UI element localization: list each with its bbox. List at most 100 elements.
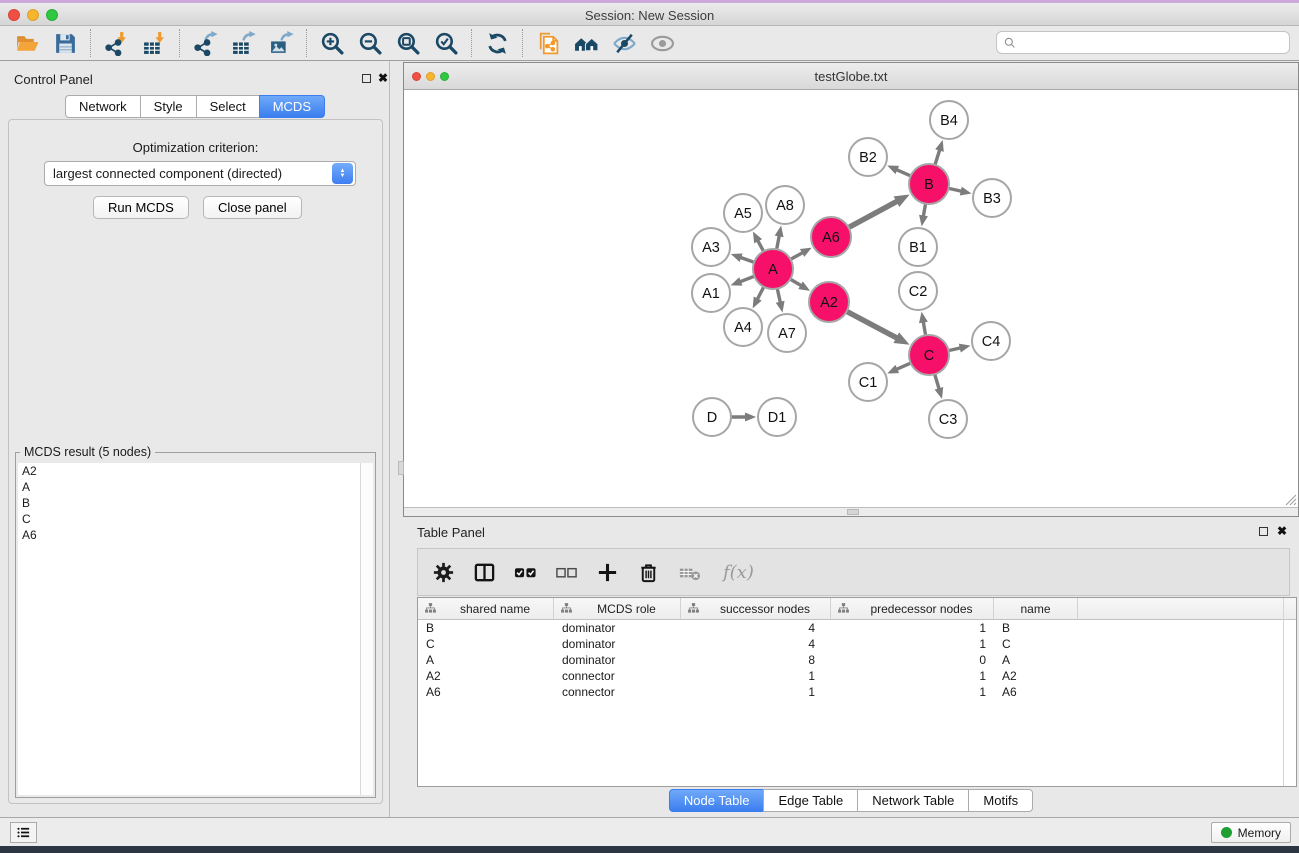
table-cell[interactable]: 0 [831, 652, 994, 668]
table-cell[interactable]: B [418, 620, 554, 636]
table-cell[interactable]: 4 [681, 636, 831, 652]
mcds-result-item[interactable]: A [18, 479, 360, 495]
zoom-out-button[interactable] [351, 28, 389, 58]
table-cell[interactable]: A2 [994, 668, 1078, 684]
mcds-result-list[interactable]: A2ABCA6 [18, 463, 360, 795]
table-row[interactable]: Cdominator41C [418, 636, 1296, 652]
node-A4[interactable]: A4 [724, 308, 762, 346]
table-cell[interactable]: 1 [831, 668, 994, 684]
tab-network[interactable]: Network [65, 95, 141, 118]
table-cell[interactable]: 1 [681, 668, 831, 684]
table-cell[interactable]: A6 [418, 684, 554, 700]
table-cell[interactable]: 1 [831, 636, 994, 652]
node-A1[interactable]: A1 [692, 274, 730, 312]
table-cell[interactable]: C [994, 636, 1078, 652]
select-all-button[interactable] [512, 559, 538, 585]
node-B2[interactable]: B2 [849, 138, 887, 176]
node-A2[interactable]: A2 [809, 282, 849, 322]
node-B4[interactable]: B4 [930, 101, 968, 139]
import-table-button[interactable] [135, 28, 173, 58]
table-cell[interactable]: dominator [554, 620, 681, 636]
hide-selected-button[interactable] [605, 28, 643, 58]
zoom-selected-button[interactable] [427, 28, 465, 58]
node-A8[interactable]: A8 [766, 186, 804, 224]
function-builder-button[interactable]: f(x) [723, 562, 754, 583]
table-row[interactable]: Bdominator41B [418, 620, 1296, 636]
node-C2[interactable]: C2 [899, 272, 937, 310]
close-panel-button[interactable]: Close panel [203, 196, 302, 219]
close-table-panel-icon[interactable]: ✖ [1277, 525, 1287, 537]
refresh-button[interactable] [478, 28, 516, 58]
node-C3[interactable]: C3 [929, 400, 967, 438]
table-row[interactable]: A2connector11A2 [418, 668, 1296, 684]
add-button[interactable] [594, 559, 620, 585]
table-cell[interactable]: B [994, 620, 1078, 636]
mcds-result-item[interactable]: B [18, 495, 360, 511]
save-button[interactable] [46, 28, 84, 58]
column-header-predecessor-nodes[interactable]: predecessor nodes [831, 598, 994, 619]
memory-button[interactable]: Memory [1211, 822, 1291, 843]
network-file-button[interactable] [529, 28, 567, 58]
tab-select[interactable]: Select [196, 95, 260, 118]
tab-network-table[interactable]: Network Table [857, 789, 969, 812]
close-panel-icon[interactable]: ✖ [378, 72, 388, 84]
node-B3[interactable]: B3 [973, 179, 1011, 217]
node-A6[interactable]: A6 [811, 217, 851, 257]
tab-node-table[interactable]: Node Table [669, 789, 765, 812]
column-header-shared-name[interactable]: shared name [418, 598, 554, 619]
node-table[interactable]: shared nameMCDS rolesuccessor nodesprede… [417, 597, 1297, 787]
table-cell[interactable]: connector [554, 668, 681, 684]
run-mcds-button[interactable]: Run MCDS [93, 196, 189, 219]
node-B1[interactable]: B1 [899, 228, 937, 266]
node-D[interactable]: D [693, 398, 731, 436]
tab-motifs[interactable]: Motifs [968, 789, 1033, 812]
resize-grip-icon[interactable] [1283, 492, 1297, 506]
network-window-titlebar[interactable]: testGlobe.txt [404, 63, 1298, 90]
search-input[interactable] [1021, 36, 1283, 50]
table-cell[interactable]: 4 [681, 620, 831, 636]
table-cell[interactable]: A [994, 652, 1078, 668]
deselect-all-button[interactable] [553, 559, 579, 585]
table-cell[interactable]: 1 [681, 684, 831, 700]
zoom-fit-button[interactable] [389, 28, 427, 58]
float-table-panel-icon[interactable] [1259, 527, 1268, 536]
mcds-result-item[interactable]: A6 [18, 527, 360, 543]
float-panel-icon[interactable] [362, 74, 371, 83]
home-button[interactable] [567, 28, 605, 58]
table-row[interactable]: A6connector11A6 [418, 684, 1296, 700]
network-horizontal-scrollbar-thumb[interactable] [847, 509, 859, 515]
table-cell[interactable]: 1 [831, 620, 994, 636]
search-box[interactable] [996, 31, 1290, 54]
result-list-scrollbar[interactable] [360, 463, 373, 795]
tab-style[interactable]: Style [140, 95, 197, 118]
node-D1[interactable]: D1 [758, 398, 796, 436]
table-cell[interactable]: dominator [554, 652, 681, 668]
node-A5[interactable]: A5 [724, 194, 762, 232]
table-cell[interactable]: A [418, 652, 554, 668]
table-cell[interactable]: A2 [418, 668, 554, 684]
table-cell[interactable]: C [418, 636, 554, 652]
open-button[interactable] [8, 28, 46, 58]
table-scrollbar-gutter[interactable] [1283, 598, 1296, 786]
network-canvas[interactable]: AA1A2A3A4A5A6A7A8BB1B2B3B4CC1C2C3C4DD1 [404, 90, 1298, 508]
export-network-button[interactable] [186, 28, 224, 58]
tab-edge-table[interactable]: Edge Table [763, 789, 858, 812]
gear-button[interactable] [430, 559, 456, 585]
split-view-button[interactable] [471, 559, 497, 585]
show-all-button[interactable] [643, 28, 681, 58]
import-network-button[interactable] [97, 28, 135, 58]
column-header-name[interactable]: name [994, 598, 1078, 619]
node-C1[interactable]: C1 [849, 363, 887, 401]
node-C[interactable]: C [909, 335, 949, 375]
mcds-result-item[interactable]: C [18, 511, 360, 527]
column-header-successor-nodes[interactable]: successor nodes [681, 598, 831, 619]
node-B[interactable]: B [909, 164, 949, 204]
table-cell[interactable]: dominator [554, 636, 681, 652]
column-header-MCDS-role[interactable]: MCDS role [554, 598, 681, 619]
select-stepper-icon[interactable]: ▲▼ [332, 163, 353, 184]
tab-mcds[interactable]: MCDS [259, 95, 325, 118]
mcds-result-item[interactable]: A2 [18, 463, 360, 479]
node-A[interactable]: A [753, 249, 793, 289]
table-cell[interactable]: connector [554, 684, 681, 700]
optimization-criterion-select[interactable]: largest connected component (directed) ▲… [44, 161, 356, 186]
